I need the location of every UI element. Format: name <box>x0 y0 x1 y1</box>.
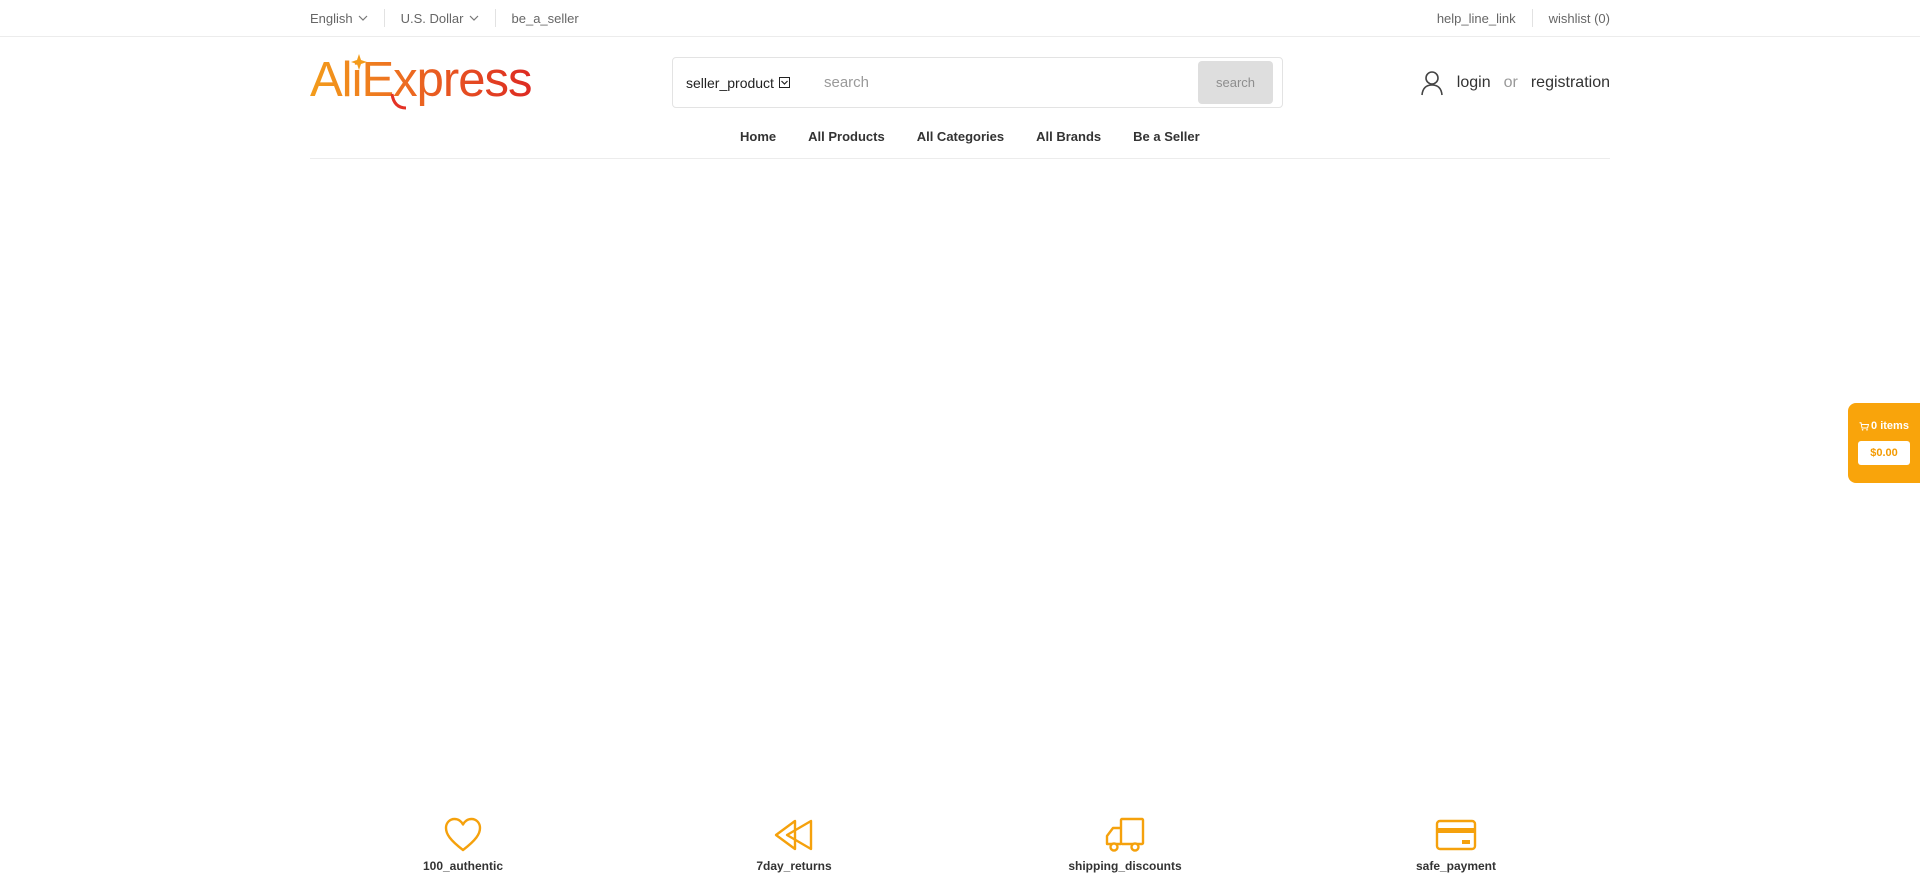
feature-authentic-label: 100_authentic <box>422 859 504 873</box>
top-bar-left: English U.S. Dollar be_a_seller <box>310 0 595 36</box>
cart-total: $0.00 <box>1858 441 1910 465</box>
dropdown-icon <box>778 77 790 88</box>
chevron-down-icon <box>358 15 368 21</box>
cart-icon <box>1859 421 1870 431</box>
aliexpress-logo[interactable]: AliExpress <box>310 52 546 112</box>
feature-payment-label: safe_payment <box>1415 859 1497 873</box>
truck-icon <box>1105 817 1145 852</box>
help-line-label: help_line_link <box>1436 10 1516 26</box>
currency-selector[interactable]: U.S. Dollar <box>383 9 495 27</box>
registration-link[interactable]: registration <box>1531 74 1610 92</box>
floating-cart[interactable]: 0 items $0.00 <box>1848 403 1920 483</box>
cart-items-label: 0 items <box>1871 420 1909 432</box>
wishlist-label: wishlist (0) <box>1548 10 1610 26</box>
nav-item-all-categories[interactable]: All Categories <box>917 129 1004 144</box>
top-bar: English U.S. Dollar be_a_seller help_lin… <box>0 0 1920 37</box>
svg-text:AliExpress: AliExpress <box>310 53 531 107</box>
feature-shipping: shipping_discounts <box>1045 816 1205 873</box>
nav-item-all-products[interactable]: All Products <box>808 129 885 144</box>
feature-payment: safe_payment <box>1376 816 1536 873</box>
auth-links: login or registration <box>1420 70 1610 96</box>
search-input[interactable] <box>816 62 1198 103</box>
nav-item-home[interactable]: Home <box>740 129 776 144</box>
feature-authentic: 100_authentic <box>383 816 543 873</box>
nav-item-be-a-seller[interactable]: Be a Seller <box>1133 129 1200 144</box>
features-bar: 100_authentic 7day_returns shipping_disc… <box>0 816 1920 876</box>
be-a-seller-label: be_a_seller <box>511 10 579 26</box>
wishlist-link[interactable]: wishlist (0) <box>1531 9 1610 27</box>
currency-label: U.S. Dollar <box>400 10 464 26</box>
search-type-selector[interactable]: seller_product <box>686 75 816 91</box>
login-link[interactable]: login <box>1457 74 1491 92</box>
main-nav: Home All Products All Categories All Bra… <box>740 126 1200 146</box>
auth-separator: or <box>1503 74 1518 91</box>
be-a-seller-link[interactable]: be_a_seller <box>494 9 595 27</box>
logo-express-text: Express <box>361 53 531 107</box>
feature-shipping-label: shipping_discounts <box>1068 859 1182 873</box>
search-bar: seller_product search <box>672 57 1283 108</box>
nav-divider <box>310 158 1610 159</box>
credit-card-icon <box>1435 819 1477 851</box>
user-icon[interactable] <box>1420 70 1444 96</box>
top-bar-right: help_line_link wishlist (0) <box>1437 0 1610 36</box>
chevron-down-icon <box>469 15 478 21</box>
search-type-label: seller_product <box>686 74 774 91</box>
help-line-link[interactable]: help_line_link <box>1437 9 1532 27</box>
nav-item-all-brands[interactable]: All Brands <box>1036 129 1101 144</box>
rewind-icon <box>774 819 813 851</box>
feature-returns: 7day_returns <box>714 816 874 873</box>
feature-returns-label: 7day_returns <box>756 859 832 873</box>
cart-count: 0 items <box>1848 420 1920 432</box>
language-label: English <box>310 10 353 26</box>
heart-icon <box>444 817 482 852</box>
logo-wordmark: AliExpress <box>310 53 532 110</box>
language-selector[interactable]: English <box>310 9 384 27</box>
search-button[interactable]: search <box>1198 61 1273 104</box>
